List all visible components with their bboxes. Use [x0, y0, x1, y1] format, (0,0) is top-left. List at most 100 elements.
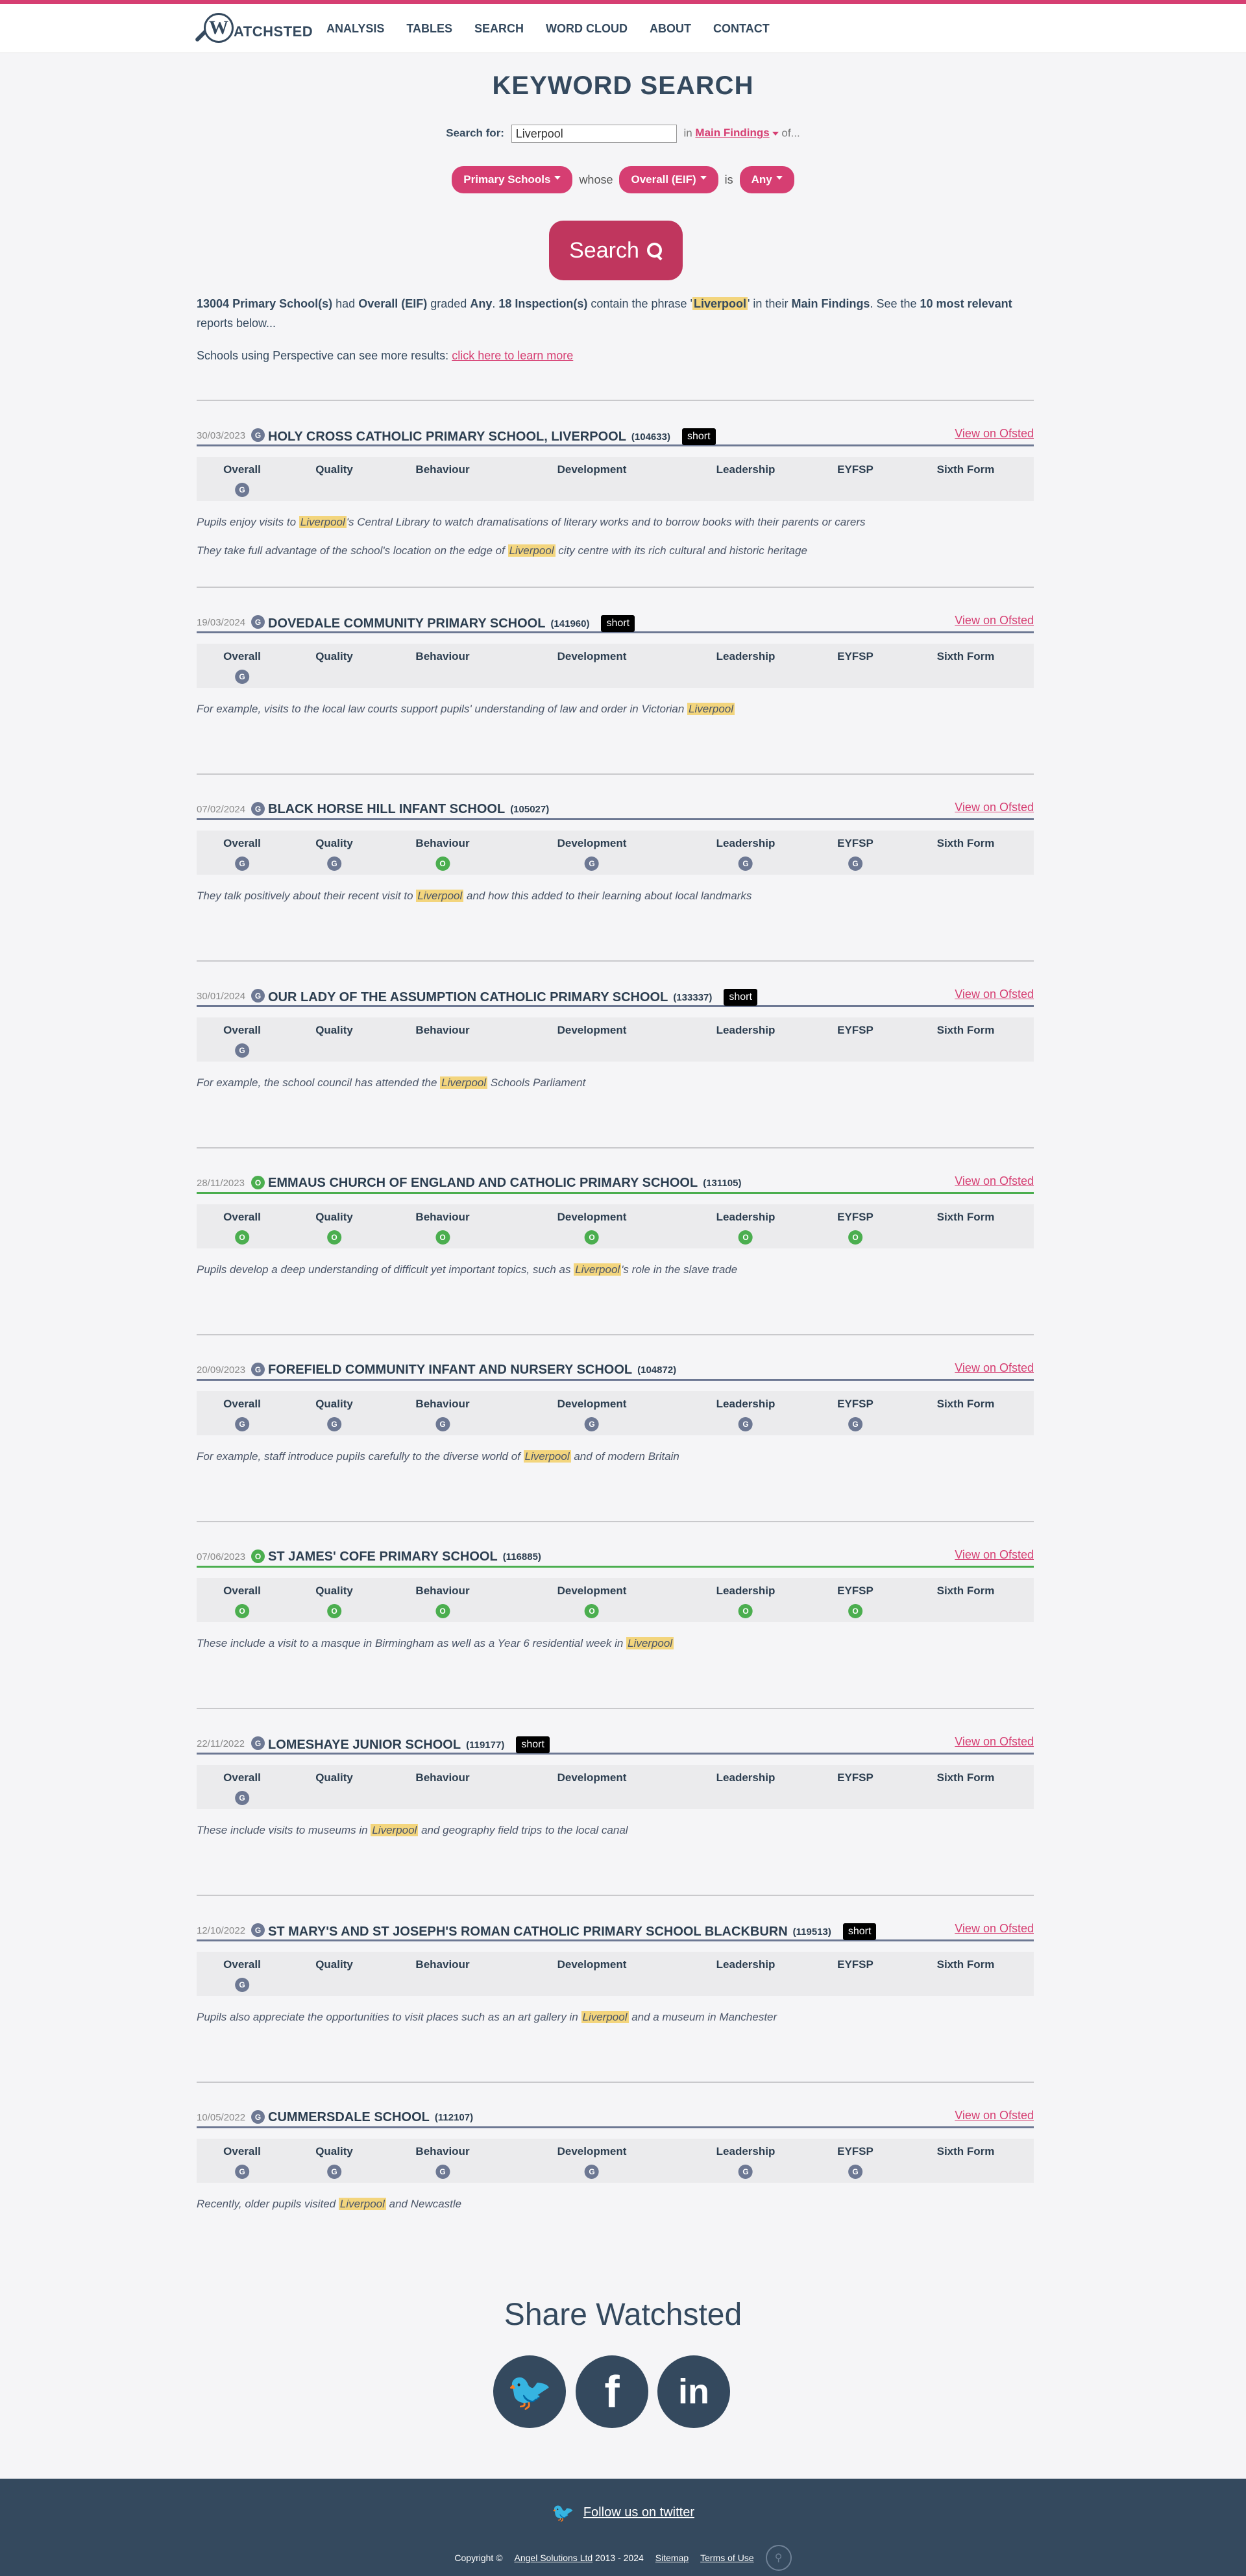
quote-highlight: Liverpool	[507, 544, 556, 557]
school-name[interactable]: CUMMERSDALE SCHOOL (112107)	[268, 2110, 473, 2125]
grade-value-icon: O	[738, 1604, 753, 1618]
twitter-follow[interactable]: 🐦 Follow us on twitter	[0, 2502, 1246, 2523]
search-input[interactable]	[511, 125, 677, 143]
quote-after: and Newcastle	[385, 2198, 462, 2210]
school-type-dropdown[interactable]: Primary Schools	[452, 166, 573, 193]
view-on-ofsted-link[interactable]: View on Ofsted	[955, 1922, 1034, 1936]
school-name[interactable]: ST JAMES' COFE PRIMARY SCHOOL (116885)	[268, 1549, 541, 1564]
school-name[interactable]: FOREFIELD COMMUNITY INFANT AND NURSERY S…	[268, 1363, 676, 1378]
grade-label: Leadership	[716, 650, 776, 662]
facebook-share-button[interactable]: f	[576, 2355, 648, 2428]
result-separator	[197, 1147, 1034, 1148]
grades-table: Overall G Quality Behaviour Development Leade…	[197, 1952, 1034, 1996]
school-name[interactable]: ST MARY'S AND ST JOSEPH'S ROMAN CATHOLIC…	[268, 1923, 877, 1940]
learn-more-link[interactable]: click here to learn more	[452, 349, 573, 362]
quote-before: Pupils enjoy visits to	[197, 516, 299, 528]
grade-value-label: Any	[751, 173, 772, 186]
grade-column: Sixth Form	[937, 1398, 995, 1411]
view-on-ofsted-link[interactable]: View on Ofsted	[955, 2109, 1034, 2122]
quote-text: For example, the school council has atte…	[197, 1076, 1034, 1090]
grades-table: Overall G Quality Behaviour Development Leade…	[197, 1765, 1034, 1809]
caret-down-icon	[772, 132, 779, 136]
grade-column: Leadership O	[716, 1211, 775, 1245]
grade-value-dropdown[interactable]: Any	[739, 166, 794, 193]
school-name[interactable]: LOMESHAYE JUNIOR SCHOOL (119177) short	[268, 1736, 550, 1753]
view-on-ofsted-link[interactable]: View on Ofsted	[955, 1735, 1034, 1749]
school-name[interactable]: OUR LADY OF THE ASSUMPTION CATHOLIC PRIM…	[268, 989, 757, 1006]
grade-value-icon: G	[235, 670, 249, 684]
grade-label: Sixth Form	[936, 1211, 995, 1223]
view-on-ofsted-link[interactable]: View on Ofsted	[955, 1548, 1034, 1562]
grade-label: Overall	[223, 650, 261, 662]
company-link[interactable]: Angel Solutions Ltd	[515, 2553, 593, 2563]
school-urn: (133337)	[673, 991, 713, 1003]
linkedin-share-button[interactable]: in	[657, 2355, 730, 2428]
grade-value-icon: O	[585, 1230, 599, 1245]
grade-label: Quality	[315, 1211, 353, 1223]
grade-label: Leadership	[716, 1398, 776, 1410]
grade-label: Behaviour	[415, 1958, 470, 1971]
nav-contact[interactable]: CONTACT	[713, 22, 770, 36]
result-header: 07/06/2023 O ST JAMES' COFE PRIMARY SCHOOL…	[197, 1547, 1034, 1568]
quote-text: For example, staff introduce pupils care…	[197, 1450, 1034, 1464]
nav-tables[interactable]: TABLES	[406, 22, 452, 36]
grade-column: EYFSP	[837, 1958, 873, 1971]
view-on-ofsted-link[interactable]: View on Ofsted	[955, 614, 1034, 627]
result-header: 12/10/2022 G ST MARY'S AND ST JOSEPH'S ROM…	[197, 1921, 1034, 1941]
grade-label: Development	[557, 650, 627, 662]
quote-after: Schools Parliament	[487, 1076, 586, 1089]
grade-column: Behaviour	[415, 463, 469, 476]
nav-word-cloud[interactable]: WORD CLOUD	[546, 22, 628, 36]
result-card: 10/05/2022 G CUMMERSDALE SCHOOL (112107) Vie…	[197, 2108, 1034, 2211]
twitter-share-button[interactable]: 🐦	[493, 2355, 566, 2428]
facebook-icon: f	[604, 2366, 620, 2417]
grade-value-icon: G	[235, 1417, 249, 1431]
result-card: 30/01/2024 G OUR LADY OF THE ASSUMPTION CA…	[197, 986, 1034, 1090]
grade-column: Sixth Form	[937, 1958, 995, 1971]
inspection-date: 07/02/2024	[197, 804, 246, 815]
view-on-ofsted-link[interactable]: View on Ofsted	[955, 988, 1034, 1001]
summary-inspections: 18 Inspection(s)	[498, 297, 588, 310]
grade-column: Leadership G	[716, 837, 775, 871]
view-on-ofsted-link[interactable]: View on Ofsted	[955, 1361, 1034, 1375]
inspection-date: 22/11/2022	[197, 1738, 245, 1749]
sitemap-link[interactable]: Sitemap	[655, 2553, 689, 2563]
grade-value-icon: O	[327, 1604, 341, 1618]
grade-label: Behaviour	[415, 2145, 470, 2157]
twitter-follow-link[interactable]: Follow us on twitter	[583, 2505, 694, 2520]
grade-field-dropdown[interactable]: Overall (EIF)	[619, 166, 718, 193]
grades-table: Overall G Quality Behaviour Development Leade…	[197, 1017, 1034, 1062]
field-dropdown[interactable]: Main Findings	[695, 127, 779, 139]
linkedin-icon: in	[678, 2372, 709, 2411]
grade-label: Overall	[223, 1211, 261, 1223]
view-on-ofsted-link[interactable]: View on Ofsted	[955, 801, 1034, 814]
nav-search[interactable]: SEARCH	[474, 22, 524, 36]
school-name[interactable]: EMMAUS CHURCH OF ENGLAND AND CATHOLIC PR…	[268, 1176, 741, 1191]
result-card: 19/03/2024 G DOVEDALE COMMUNITY PRIMARY SC…	[197, 613, 1034, 716]
grade-label: Leadership	[716, 1771, 776, 1784]
grade-column: Leadership G	[716, 2145, 775, 2179]
grade-value-icon: G	[435, 2165, 450, 2179]
school-name[interactable]: HOLY CROSS CATHOLIC PRIMARY SCHOOL, LIVE…	[268, 428, 716, 445]
grade-badge-icon: G	[251, 615, 265, 629]
view-on-ofsted-link[interactable]: View on Ofsted	[955, 427, 1034, 441]
grade-label: Behaviour	[415, 650, 470, 662]
grades-table: Overall O Quality O Behaviour O Development O Le…	[197, 1204, 1034, 1248]
search-button[interactable]: Search	[549, 221, 683, 280]
view-on-ofsted-link[interactable]: View on Ofsted	[955, 1174, 1034, 1188]
school-name[interactable]: BLACK HORSE HILL INFANT SCHOOL (105027)	[268, 802, 549, 817]
summary-section: Main Findings	[791, 297, 870, 310]
watchsted-logo[interactable]: W ATCHSTED	[194, 10, 313, 51]
terms-link[interactable]: Terms of Use	[700, 2553, 753, 2563]
quote-highlight: Liverpool	[626, 1637, 674, 1649]
grade-value-icon: G	[848, 1417, 862, 1431]
school-name[interactable]: DOVEDALE COMMUNITY PRIMARY SCHOOL (141960…	[268, 615, 635, 632]
grade-label: Overall	[223, 1585, 261, 1597]
nav-analysis[interactable]: ANALYSIS	[326, 22, 384, 36]
nav-about[interactable]: ABOUT	[650, 22, 691, 36]
grade-label: Overall	[223, 1024, 261, 1036]
grade-column: Development	[557, 650, 627, 663]
grade-column: Development	[557, 1024, 627, 1037]
grade-value-icon: O	[235, 1230, 249, 1245]
in-label: in	[683, 127, 692, 140]
